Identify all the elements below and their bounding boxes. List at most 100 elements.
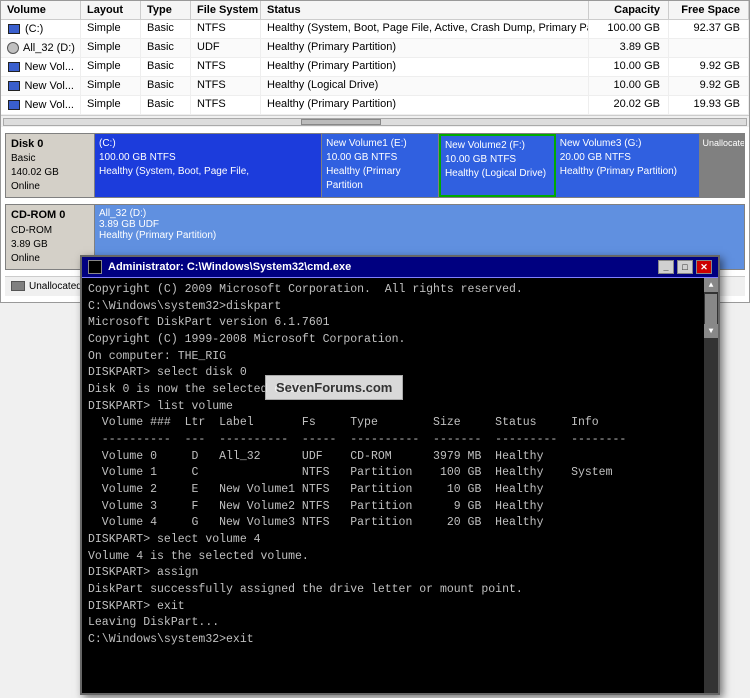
disk0-row: Disk 0 Basic 140.02 GB Online (C:) 100.0… bbox=[5, 133, 745, 198]
cmd-output: Copyright (C) 2009 Microsoft Corporation… bbox=[88, 282, 712, 649]
cdrom0-title: CD-ROM 0 bbox=[11, 208, 89, 223]
cmd-minimize-button[interactable]: _ bbox=[658, 260, 674, 274]
disk0-partitions: (C:) 100.00 GB NTFS Healthy (System, Boo… bbox=[95, 133, 745, 198]
partition-e[interactable]: New Volume1 (E:) 10.00 GB NTFS Healthy (… bbox=[322, 134, 439, 197]
cmd-line: C:\Windows\system32>diskpart bbox=[88, 299, 712, 316]
vol-name: New Vol... bbox=[1, 58, 81, 76]
vol-name: New Vol... bbox=[1, 77, 81, 95]
col-freespace: Free Space bbox=[669, 1, 749, 19]
cmd-titlebar: Administrator: C:\Windows\System32\cmd.e… bbox=[82, 257, 718, 278]
table-row[interactable]: New Vol... Simple Basic NTFS Healthy (Lo… bbox=[1, 77, 749, 96]
disk0-size: 140.02 GB bbox=[11, 166, 89, 180]
vol-freespace: 92.37 GB bbox=[669, 20, 749, 38]
vol-capacity: 10.00 GB bbox=[589, 58, 669, 76]
cmd-line: On computer: THE_RIG bbox=[88, 349, 712, 366]
partition-c[interactable]: (C:) 100.00 GB NTFS Healthy (System, Boo… bbox=[95, 134, 322, 197]
table-row[interactable]: (C:) Simple Basic NTFS Healthy (System, … bbox=[1, 20, 749, 39]
col-layout: Layout bbox=[81, 1, 141, 19]
scrollbar-track[interactable] bbox=[3, 118, 747, 126]
vol-layout: Simple bbox=[81, 96, 141, 114]
cmd-line: C:\Windows\system32>exit bbox=[88, 632, 712, 649]
cdrom0-type: CD-ROM bbox=[11, 224, 89, 238]
vol-fs: NTFS bbox=[191, 20, 261, 38]
vol-freespace: 9.92 GB bbox=[669, 77, 749, 95]
col-fs: File System bbox=[191, 1, 261, 19]
scrollbar-thumb[interactable] bbox=[301, 119, 381, 125]
vol-name: New Vol... bbox=[1, 96, 81, 114]
cmd-line: Volume 0 D All_32 UDF CD-ROM 3979 MB Hea… bbox=[88, 449, 712, 466]
partition-sub1: 10.00 GB NTFS bbox=[445, 153, 550, 167]
vol-name: All_32 (D:) bbox=[1, 39, 81, 57]
partition-g[interactable]: New Volume3 (G:) 20.00 GB NTFS Healthy (… bbox=[556, 134, 699, 197]
legend-unalloc-label: Unallocated bbox=[29, 281, 82, 292]
disk-icon bbox=[7, 22, 21, 36]
disk0-type: Basic bbox=[11, 152, 89, 166]
cmd-line: Volume 3 F New Volume2 NTFS Partition 9 … bbox=[88, 499, 712, 516]
cdrom0-size: 3.89 GB bbox=[11, 238, 89, 252]
vol-type: Basic bbox=[141, 77, 191, 95]
watermark: SevenForums.com bbox=[265, 375, 403, 400]
vol-type: Basic bbox=[141, 96, 191, 114]
col-status: Status bbox=[261, 1, 589, 19]
vol-capacity: 10.00 GB bbox=[589, 77, 669, 95]
disk0-status: Online bbox=[11, 180, 89, 194]
cmd-title: Administrator: C:\Windows\System32\cmd.e… bbox=[108, 261, 351, 273]
vol-type: Basic bbox=[141, 39, 191, 57]
cmd-line: DISKPART> list volume bbox=[88, 399, 712, 416]
cmd-line: Volume ### Ltr Label Fs Type Size Status… bbox=[88, 415, 712, 432]
horizontal-scrollbar[interactable] bbox=[1, 115, 749, 127]
cmd-scroll-down-button[interactable]: ▼ bbox=[704, 324, 718, 338]
cmd-title-area: Administrator: C:\Windows\System32\cmd.e… bbox=[88, 260, 351, 274]
cmd-line: Volume 2 E New Volume1 NTFS Partition 10… bbox=[88, 482, 712, 499]
vol-type: Basic bbox=[141, 58, 191, 76]
disk-icon bbox=[7, 79, 20, 93]
partition-sub2: Healthy (Primary Partition bbox=[326, 165, 434, 193]
partition-sub2: Healthy (Primary Partition) bbox=[560, 165, 695, 179]
vol-fs: NTFS bbox=[191, 77, 261, 95]
cmd-scroll-thumb[interactable] bbox=[705, 294, 717, 324]
vol-status: Healthy (Logical Drive) bbox=[261, 77, 589, 95]
vol-status: Healthy (Primary Partition) bbox=[261, 96, 589, 114]
table-header: Volume Layout Type File System Status Ca… bbox=[1, 1, 749, 20]
vol-name: (C:) bbox=[1, 20, 81, 38]
partition-sub1: 10.00 GB NTFS bbox=[326, 151, 434, 165]
partition-sub2: Healthy (Logical Drive) bbox=[445, 167, 550, 181]
cdrom-drive-title: All_32 (D:) bbox=[99, 208, 146, 219]
cmd-window-controls: _ □ ✕ bbox=[658, 260, 712, 274]
cdrom-drive-sub1: 3.89 GB UDF bbox=[99, 219, 159, 230]
vol-freespace bbox=[669, 39, 749, 57]
partition-f[interactable]: New Volume2 (F:) 10.00 GB NTFS Healthy (… bbox=[439, 134, 556, 197]
disk0-label: Disk 0 Basic 140.02 GB Online bbox=[5, 133, 95, 198]
table-row[interactable]: New Vol... Simple Basic NTFS Healthy (Pr… bbox=[1, 96, 749, 115]
cmd-scroll-up-button[interactable]: ▲ bbox=[704, 278, 718, 292]
vol-layout: Simple bbox=[81, 77, 141, 95]
partition-title: (C:) bbox=[99, 137, 317, 151]
cdrom0-status: Online bbox=[11, 252, 89, 266]
partition-title: New Volume2 (F:) bbox=[445, 139, 550, 153]
partition-title: New Volume1 (E:) bbox=[326, 137, 434, 151]
col-volume: Volume bbox=[1, 1, 81, 19]
cmd-scrollbar[interactable]: ▲ ▼ bbox=[704, 278, 718, 693]
col-capacity: Capacity bbox=[589, 1, 669, 19]
legend-unalloc-box bbox=[11, 281, 25, 291]
cmd-line: Volume 4 is the selected volume. bbox=[88, 549, 712, 566]
col-type: Type bbox=[141, 1, 191, 19]
vol-status: Healthy (Primary Partition) bbox=[261, 58, 589, 76]
vol-fs: NTFS bbox=[191, 58, 261, 76]
cdrom-drive-sub2: Healthy (Primary Partition) bbox=[99, 230, 216, 241]
table-row[interactable]: All_32 (D:) Simple Basic UDF Healthy (Pr… bbox=[1, 39, 749, 58]
cmd-close-button[interactable]: ✕ bbox=[696, 260, 712, 274]
disk-icon bbox=[7, 98, 20, 112]
cmd-line: DISKPART> select volume 4 bbox=[88, 532, 712, 549]
cmd-line: ---------- --- ---------- ----- --------… bbox=[88, 432, 712, 449]
cmd-line: DISKPART> assign bbox=[88, 565, 712, 582]
cmd-line: Copyright (C) 2009 Microsoft Corporation… bbox=[88, 282, 712, 299]
vol-freespace: 19.93 GB bbox=[669, 96, 749, 114]
table-row[interactable]: New Vol... Simple Basic NTFS Healthy (Pr… bbox=[1, 58, 749, 77]
cd-icon bbox=[7, 41, 19, 55]
vol-freespace: 9.92 GB bbox=[669, 58, 749, 76]
cmd-line: Volume 1 C NTFS Partition 100 GB Healthy… bbox=[88, 465, 712, 482]
volume-table: (C:) Simple Basic NTFS Healthy (System, … bbox=[1, 20, 749, 115]
cmd-maximize-button[interactable]: □ bbox=[677, 260, 693, 274]
partition-title: New Volume3 (G:) bbox=[560, 137, 695, 151]
